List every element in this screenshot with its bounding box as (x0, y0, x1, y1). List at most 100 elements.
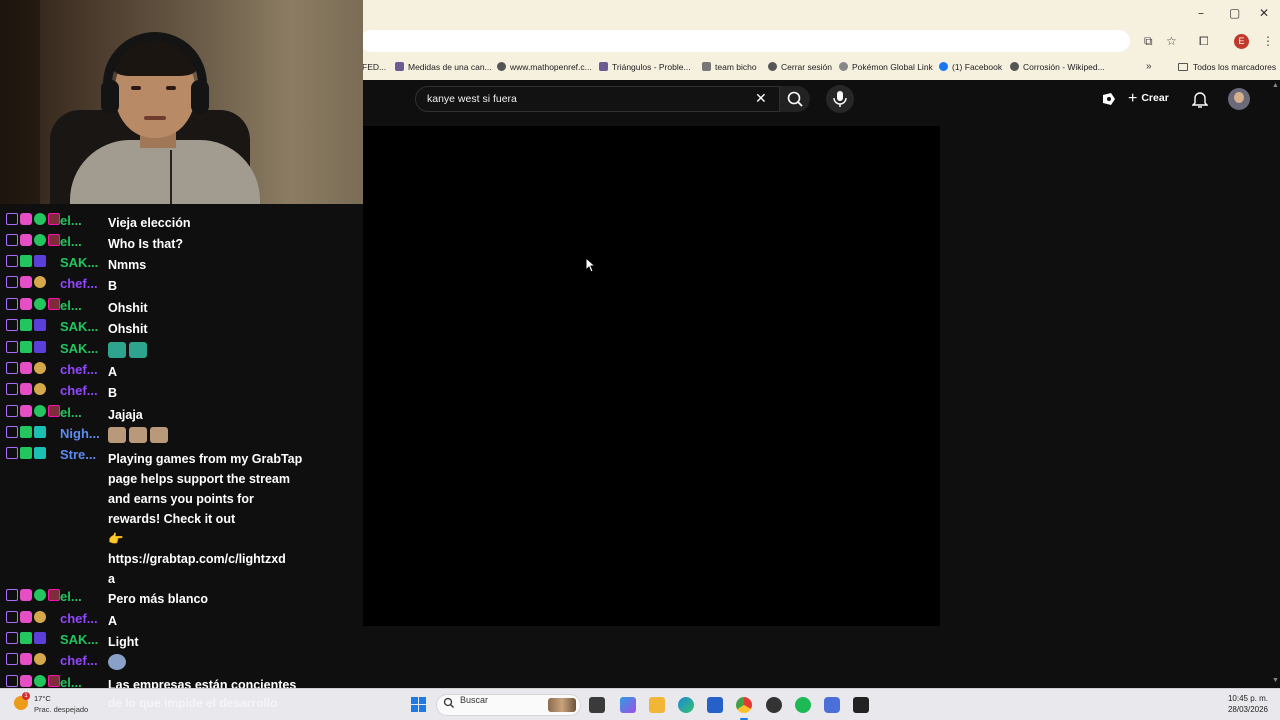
windows-taskbar: 1 17°C Prac. despejado de lo que impide … (0, 688, 1280, 720)
scroll-down-icon[interactable]: ▼ (1272, 677, 1279, 684)
chat-username[interactable]: Nigh... (60, 426, 100, 441)
chat-username[interactable]: el... (60, 213, 82, 228)
chat-username[interactable]: el... (60, 589, 82, 604)
weather-alert-badge: 1 (22, 692, 30, 700)
extensions-icon[interactable]: ⧠ (1199, 34, 1209, 49)
bookmarks-overflow-button[interactable]: » (1146, 61, 1152, 72)
chrome-icon[interactable] (736, 697, 752, 713)
edge-icon[interactable] (678, 697, 694, 713)
voice-search-button[interactable] (826, 85, 854, 113)
weather-temperature[interactable]: 17°C (34, 694, 51, 703)
scroll-up-icon[interactable]: ▲ (1272, 82, 1279, 89)
store-icon[interactable] (707, 697, 723, 713)
create-button[interactable]: + Crear (1128, 90, 1169, 108)
chat-username[interactable]: chef... (60, 653, 98, 668)
cat-emote-icon (108, 427, 126, 443)
chat-message: chef... B (0, 273, 363, 294)
clear-search-icon[interactable]: ✕ (755, 90, 767, 107)
bookmark-favicon (1010, 62, 1019, 71)
user-badges (6, 405, 62, 419)
chat-text: Jajaja (108, 408, 143, 422)
capcut-icon[interactable] (853, 697, 869, 713)
chat-text: A (108, 365, 118, 379)
chat-text: Light (108, 635, 139, 649)
close-window-button[interactable]: ✕ (1259, 6, 1269, 20)
user-badges (6, 589, 62, 603)
chat-username[interactable]: chef... (60, 276, 98, 291)
folder-icon (1178, 63, 1188, 71)
chat-username[interactable]: chef... (60, 362, 98, 377)
video-player[interactable] (363, 126, 940, 626)
youtube-create-icon[interactable] (1101, 91, 1117, 107)
user-badges (6, 341, 48, 355)
app-icon[interactable] (824, 697, 840, 713)
bookmark-item[interactable]: (1) Facebook (939, 62, 1002, 72)
bookmark-star-icon[interactable]: ☆ (1166, 34, 1177, 48)
taskbar-search-placeholder: Buscar (460, 695, 489, 705)
chat-username[interactable]: SAK... (60, 341, 98, 356)
chat-message: el... Jajaja (0, 402, 363, 423)
chat-emotes (108, 341, 150, 361)
chat-username[interactable]: chef... (60, 383, 98, 398)
task-view-icon[interactable] (589, 697, 605, 713)
chat-message: Nigh... (0, 423, 363, 444)
chat-message: chef... (0, 650, 363, 671)
user-badges (6, 383, 48, 397)
bookmark-favicon (395, 62, 404, 71)
bookmark-item[interactable]: FED... (362, 62, 386, 72)
bookmark-favicon (768, 62, 777, 71)
chat-username[interactable]: SAK... (60, 632, 98, 647)
search-query[interactable]: kanye west si fuera (427, 93, 517, 105)
chat-text: Who Is that? (108, 237, 183, 251)
profile-avatar[interactable]: E (1234, 34, 1249, 49)
bookmark-item[interactable]: Medidas de una can... (395, 62, 492, 72)
bookmark-item[interactable]: www.mathopenref.c... (497, 62, 592, 72)
bookmark-favicon (497, 62, 506, 71)
user-badges (6, 234, 62, 248)
weather-condition[interactable]: Prac. despejado (34, 705, 88, 714)
chat-username[interactable]: el... (60, 298, 82, 313)
account-avatar[interactable] (1228, 88, 1250, 110)
all-bookmarks-folder[interactable]: Todos los marcadores (1178, 62, 1276, 72)
chat-message: el... Vieja elección (0, 210, 363, 231)
chat-emotes (108, 426, 171, 446)
chat-username[interactable]: SAK... (60, 319, 98, 334)
chat-message: chef... B (0, 380, 363, 401)
chat-username[interactable]: SAK... (60, 255, 98, 270)
minimize-button[interactable]: – (1198, 6, 1204, 20)
chat-username[interactable]: chef... (60, 611, 98, 626)
notifications-bell-icon[interactable] (1192, 90, 1208, 108)
mouse-cursor-icon (585, 257, 595, 273)
copilot-icon[interactable] (620, 697, 636, 713)
chat-message: SAK... Ohshit (0, 316, 363, 337)
search-button[interactable] (780, 86, 810, 112)
chat-username[interactable]: el... (60, 675, 82, 688)
install-app-icon[interactable]: ⧉ (1144, 34, 1153, 49)
bookmark-item[interactable]: Corrosión - Wikiped... (1010, 62, 1105, 72)
page-scrollbar[interactable]: ▲ ▼ (1271, 80, 1280, 688)
start-button[interactable] (411, 697, 427, 713)
chat-text: B (108, 279, 118, 293)
user-badges (6, 255, 48, 269)
bookmark-item[interactable]: Triángulos - Proble... (599, 62, 691, 72)
user-badges (6, 213, 62, 227)
chat-username[interactable]: el... (60, 405, 82, 420)
file-explorer-icon[interactable] (649, 697, 665, 713)
chat-message: el... Who Is that? (0, 231, 363, 252)
bookmark-item[interactable]: Cerrar sesión (768, 62, 832, 72)
obs-icon[interactable] (766, 697, 782, 713)
system-clock[interactable]: 10:45 p. m. 28/03/2026 (1216, 694, 1268, 714)
bookmark-item[interactable]: Pokémon Global Link (839, 62, 933, 72)
chat-text: Vieja elección (108, 216, 191, 230)
chat-username[interactable]: Stre... (60, 447, 96, 462)
chat-link[interactable]: https://grabtap.com/c/lightzxd (108, 549, 303, 569)
webcam-overlay (0, 0, 363, 204)
chat-message: el... Las empresas están concientes (0, 672, 363, 688)
address-field[interactable] (360, 30, 1130, 52)
browser-menu-icon[interactable]: ⋮ (1262, 34, 1274, 48)
chat-username[interactable]: el... (60, 234, 82, 249)
bookmark-item[interactable]: team bicho (702, 62, 757, 72)
maximize-button[interactable]: ▢ (1229, 6, 1240, 20)
spotify-icon[interactable] (795, 697, 811, 713)
chat-text: Pero más blanco (108, 592, 209, 606)
